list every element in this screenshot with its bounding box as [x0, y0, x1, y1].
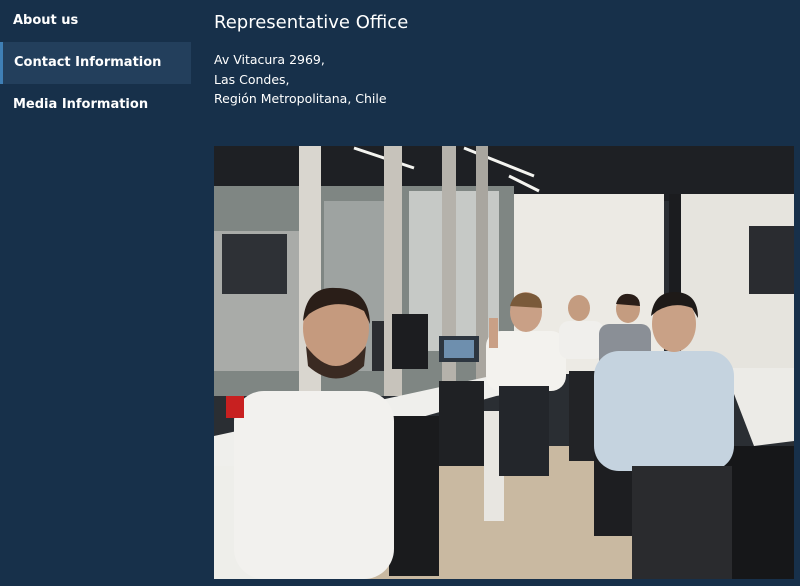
sidebar-nav: About us Contact Information Media Infor…: [0, 0, 191, 586]
sidebar-item-media-information[interactable]: Media Information: [0, 84, 191, 126]
address-line-district: Las Condes,: [214, 71, 290, 87]
page-title: Representative Office: [214, 12, 409, 33]
office-photo-illustration: [214, 146, 794, 579]
office-address: Av Vitacura 2969, Las Condes, Región Met…: [214, 50, 387, 109]
address-line-region: Región Metropolitana, Chile: [214, 91, 387, 106]
address-line-street: Av Vitacura 2969,: [214, 52, 325, 67]
sidebar-item-contact-information[interactable]: Contact Information: [0, 42, 191, 84]
sidebar-item-about-us[interactable]: About us: [0, 0, 191, 42]
office-team-photo: [214, 146, 794, 579]
